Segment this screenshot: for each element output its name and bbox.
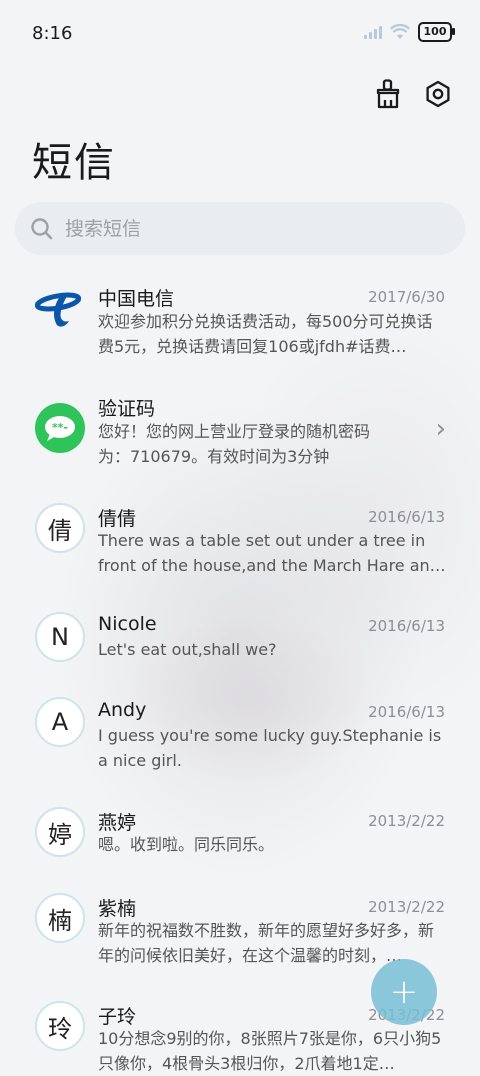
thread-date: 2013/2/22 xyxy=(368,898,445,916)
thread-preview: 嗯。收到啦。同乐同乐。 xyxy=(98,835,275,854)
search-input[interactable] xyxy=(63,216,427,241)
status-time: 8:16 xyxy=(32,23,73,44)
brush-icon xyxy=(376,79,400,109)
clean-brush-button[interactable] xyxy=(372,78,404,110)
message-bubble-icon: **- xyxy=(45,416,75,441)
thread-andy[interactable]: A Andy 2016/6/13 I guess you're some luc… xyxy=(0,686,480,796)
thread-qianqian[interactable]: 倩 倩倩 2016/6/13 There was a table set out… xyxy=(0,490,480,600)
thread-date: 2017/6/30 xyxy=(368,288,445,306)
avatar: 玲 xyxy=(35,1001,85,1051)
signal-icon xyxy=(364,25,382,39)
status-bar: 8:16 100 xyxy=(0,0,480,66)
thread-china-telecom[interactable]: 中国电信 2017/6/30 欢迎参加积分兑换话费活动，每500分可兑换话费5元… xyxy=(0,270,480,380)
thread-date: 2016/6/13 xyxy=(368,703,445,721)
thread-name: 中国电信 xyxy=(98,288,175,310)
thread-nicole[interactable]: N Nicole 2016/6/13 Let's eat out,shall w… xyxy=(0,600,480,686)
search-icon xyxy=(31,217,53,239)
thread-name: 验证码 xyxy=(98,398,156,420)
status-icons: 100 xyxy=(364,22,455,42)
thread-name: 燕婷 xyxy=(98,812,137,834)
thread-preview: I guess you're some lucky guy.Stephanie … xyxy=(98,726,442,770)
thread-name: Andy xyxy=(98,699,147,721)
page-title: 短信 xyxy=(32,140,116,186)
thread-preview: 您好！您的网上营业厅登录的随机密码为：710679。有效时间为3分钟 xyxy=(98,422,371,466)
avatar: 婷 xyxy=(35,807,85,857)
thread-name: 子玲 xyxy=(98,1006,137,1028)
thread-preview: Let's eat out,shall we? xyxy=(98,640,277,659)
thread-preview: 10分想念9别的你，8张照片7张是你，6只小狗5只像你，4根骨头3根归你，2爪着… xyxy=(98,1029,442,1073)
avatar: 倩 xyxy=(35,503,85,553)
china-telecom-avatar xyxy=(35,285,81,331)
avatar: A xyxy=(35,697,85,747)
new-message-button[interactable]: + xyxy=(371,959,437,1025)
thread-date: 2016/6/13 xyxy=(368,617,445,635)
verification-avatar: **- xyxy=(35,403,85,453)
battery-icon: 100 xyxy=(418,22,455,42)
plus-icon: + xyxy=(389,972,419,1012)
svg-text:**-: **- xyxy=(52,421,68,434)
thread-date: 2016/6/13 xyxy=(368,508,445,526)
settings-icon xyxy=(426,80,450,108)
avatar: N xyxy=(35,612,85,662)
search-bar[interactable] xyxy=(15,202,465,255)
thread-preview: 欢迎参加积分兑换话费活动，每500分可兑换话费5元，兑换话费请回复106或jfd… xyxy=(98,312,433,356)
settings-button[interactable] xyxy=(422,78,454,110)
avatar: 楠 xyxy=(35,893,85,943)
thread-name: Nicole xyxy=(98,613,157,635)
thread-date: 2013/2/22 xyxy=(368,812,445,830)
thread-preview: There was a table set out under a tree i… xyxy=(98,531,446,575)
thread-name: 倩倩 xyxy=(98,508,137,530)
chevron-right-icon: › xyxy=(435,414,446,444)
toolbar-actions xyxy=(372,78,454,110)
thread-yanting[interactable]: 婷 燕婷 2013/2/22 嗯。收到啦。同乐同乐。 xyxy=(0,796,480,882)
thread-name: 紫楠 xyxy=(98,898,137,920)
thread-verification-code[interactable]: **- 验证码 您好！您的网上营业厅登录的随机密码为：710679。有效时间为3… xyxy=(0,380,480,490)
china-telecom-logo-icon xyxy=(35,292,81,327)
wifi-icon xyxy=(390,24,410,39)
